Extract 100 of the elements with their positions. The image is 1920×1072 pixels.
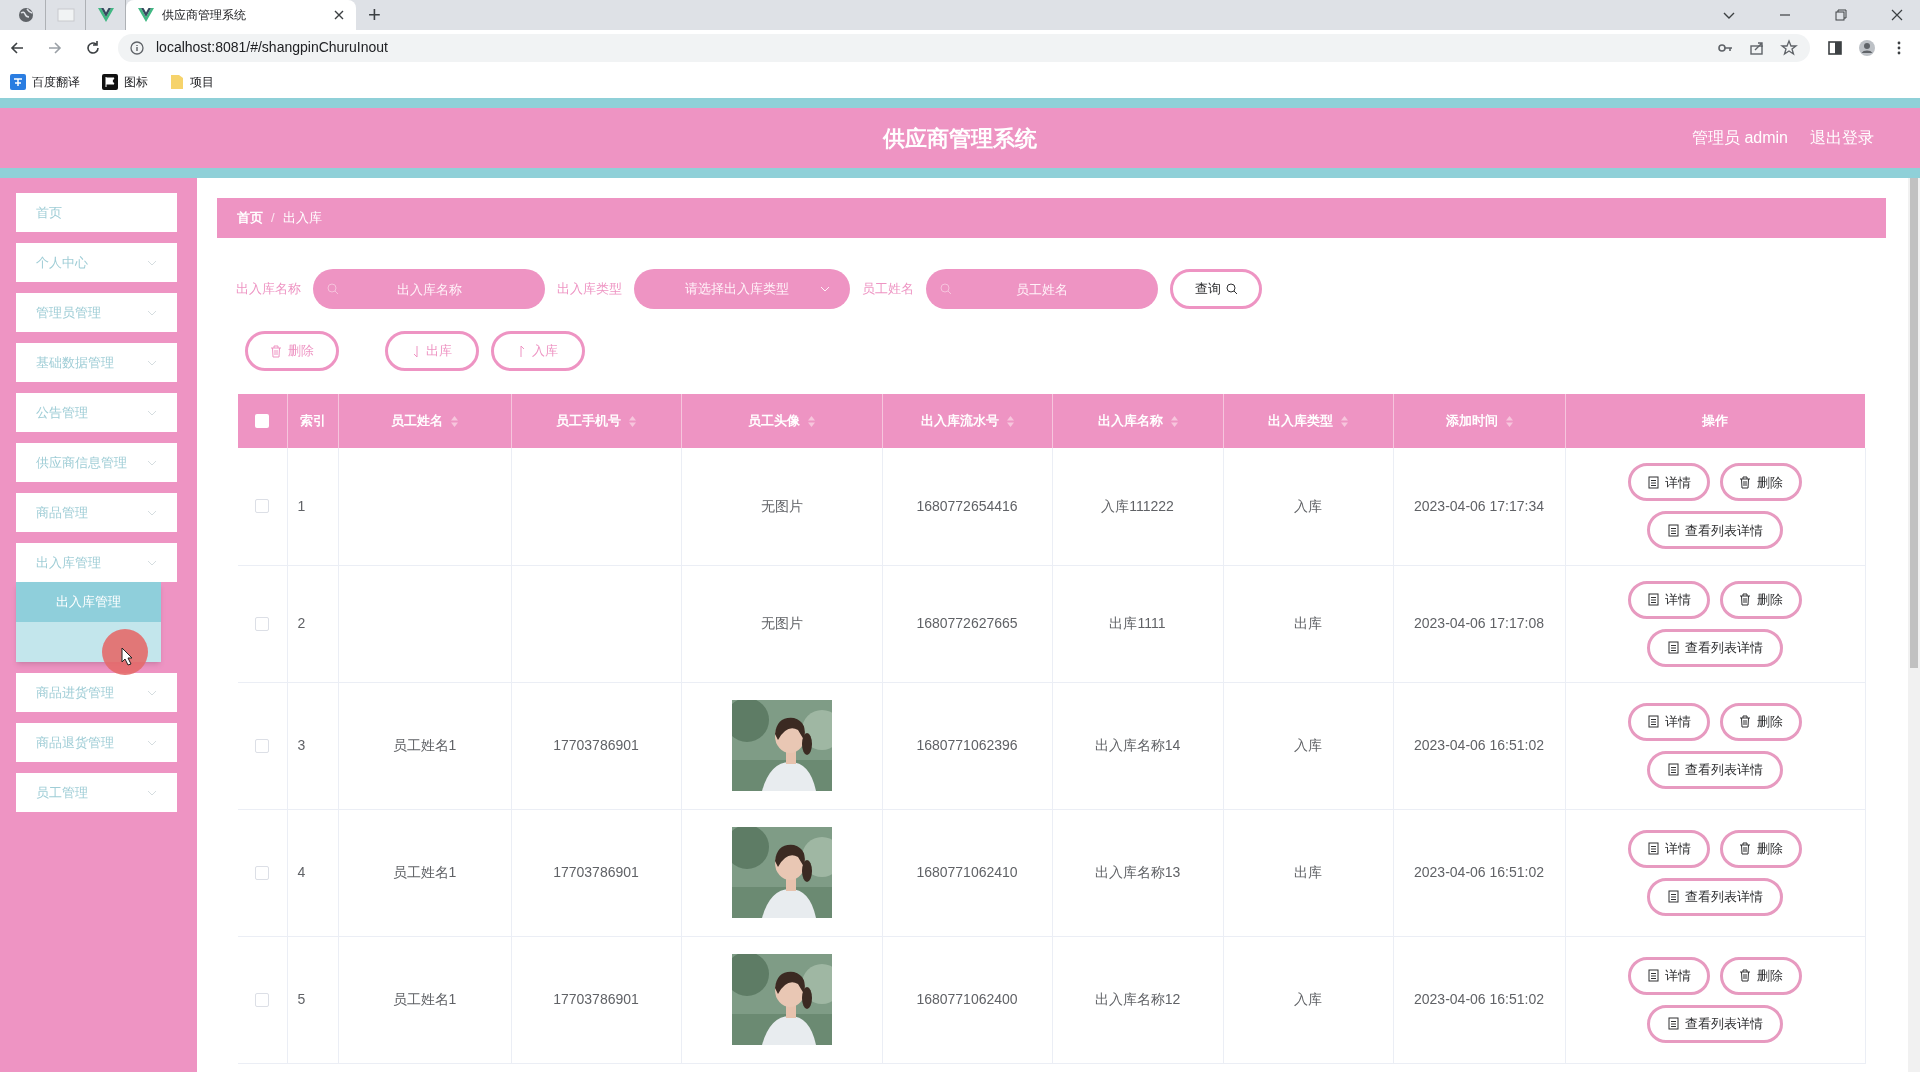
new-tab-button[interactable]: + bbox=[368, 4, 381, 26]
sidebar-menu-item[interactable]: 个人中心 bbox=[16, 243, 177, 282]
bookmark[interactable]: 图标 bbox=[102, 72, 148, 91]
trash-icon bbox=[1739, 475, 1751, 489]
search-field[interactable]: 员工姓名 bbox=[926, 269, 1158, 309]
sidebar-menu-item[interactable]: 管理员管理 bbox=[16, 293, 177, 332]
sort-icon[interactable] bbox=[451, 415, 458, 427]
table-cell-text: 1680771062400 bbox=[916, 990, 1018, 1009]
sort-icon[interactable] bbox=[1341, 415, 1348, 427]
sort-icon[interactable] bbox=[1505, 415, 1513, 427]
row-action-button[interactable]: 查看列表详情 bbox=[1647, 1004, 1783, 1043]
breadcrumb-link[interactable]: 出入库 bbox=[282, 208, 322, 228]
sidebar-icon[interactable] bbox=[1826, 38, 1844, 57]
sidebar-menu-item[interactable]: 商品进货管理 bbox=[16, 673, 177, 712]
type-select[interactable]: 请选择出入库类型 bbox=[634, 269, 850, 309]
column-header[interactable]: 员工头像 bbox=[748, 411, 800, 431]
trash-icon bbox=[1739, 593, 1751, 606]
row-action-button[interactable]: 删除 bbox=[1720, 956, 1802, 995]
close-icon[interactable] bbox=[334, 10, 344, 20]
scrollbar[interactable] bbox=[1908, 178, 1920, 1072]
row-checkbox[interactable] bbox=[255, 499, 270, 514]
row-action-button[interactable]: 查看列表详情 bbox=[1647, 511, 1783, 550]
sidebar-menu-item[interactable]: 商品退货管理 bbox=[16, 723, 177, 762]
bookmark[interactable]: 百度翻译 bbox=[10, 72, 80, 91]
row-action-button[interactable]: 删除 bbox=[1720, 702, 1802, 741]
row-action-button[interactable]: 详情 bbox=[1628, 829, 1710, 868]
table-cell-text: 员工姓名1 bbox=[392, 736, 457, 755]
filter-label: 员工姓名 bbox=[862, 280, 914, 299]
profile-icon[interactable] bbox=[1858, 38, 1876, 57]
breadcrumb-separator: / bbox=[271, 209, 275, 228]
table-cell-text: 1 bbox=[297, 496, 306, 516]
user-name: 管理员 admin bbox=[1691, 128, 1788, 148]
toolbar-button[interactable]: 入库 bbox=[491, 331, 585, 371]
logout-link[interactable]: 退出登录 bbox=[1810, 126, 1874, 150]
column-header[interactable]: 出入库类型 bbox=[1268, 411, 1333, 431]
search-button[interactable]: 查询 bbox=[1170, 269, 1262, 309]
select-all-checkbox[interactable] bbox=[255, 414, 270, 428]
column-header[interactable]: 出入库名称 bbox=[1097, 411, 1163, 431]
row-checkbox[interactable] bbox=[255, 992, 270, 1007]
row-checkbox[interactable] bbox=[255, 865, 270, 880]
submenu-item[interactable]: 出入库管理 bbox=[16, 582, 161, 622]
table-cell-text: 2023-04-06 16:51:02 bbox=[1414, 736, 1544, 755]
breadcrumb-link[interactable]: 首页 bbox=[237, 208, 263, 228]
search-icon bbox=[327, 283, 339, 295]
table-cell-text: 出入库名称14 bbox=[1094, 736, 1181, 755]
sidebar-menu-item[interactable]: 员工管理 bbox=[16, 773, 177, 812]
sidebar-menu-item[interactable]: 商品管理 bbox=[16, 493, 177, 532]
address-bar[interactable]: localhost:8081/#/shangpinChuruInout bbox=[118, 33, 1810, 62]
document-icon bbox=[1647, 593, 1659, 606]
document-icon bbox=[1647, 842, 1659, 855]
sort-icon[interactable] bbox=[1170, 415, 1178, 427]
vue-logo-icon bbox=[97, 8, 114, 22]
toolbar-button[interactable]: 出库 bbox=[385, 331, 479, 371]
browser-tab[interactable]: 供应商管理系统 bbox=[126, 0, 356, 30]
sort-icon[interactable] bbox=[808, 415, 815, 427]
column-header[interactable]: 员工手机号 bbox=[556, 411, 621, 431]
sidebar-menu-item[interactable]: 首页 bbox=[16, 193, 177, 232]
trash-icon bbox=[1739, 969, 1751, 982]
table-cell-text: 17703786901 bbox=[553, 736, 639, 755]
restore-icon[interactable] bbox=[1832, 6, 1850, 24]
row-action-button[interactable]: 查看列表详情 bbox=[1647, 877, 1783, 916]
sidebar-menu-item[interactable]: 供应商信息管理 bbox=[16, 443, 177, 482]
row-action-button[interactable]: 详情 bbox=[1628, 463, 1710, 502]
url-text: localhost:8081/#/shangpinChuruInout bbox=[156, 38, 388, 57]
column-header[interactable]: 添加时间 bbox=[1445, 411, 1498, 431]
sort-icon[interactable] bbox=[1006, 415, 1014, 427]
folder-icon bbox=[170, 73, 184, 90]
column-header: 操作 bbox=[1702, 412, 1729, 431]
table-cell-text: 入库 bbox=[1294, 496, 1322, 516]
table-cell-text: 2023-04-06 17:17:34 bbox=[1414, 496, 1544, 516]
sidebar-menu-item[interactable]: 出入库管理 bbox=[16, 543, 177, 582]
sort-icon[interactable] bbox=[629, 415, 636, 427]
row-action-button[interactable]: 详情 bbox=[1628, 702, 1710, 741]
page-icon bbox=[56, 8, 75, 22]
chevron-down-icon bbox=[820, 286, 830, 292]
row-action-button[interactable]: 删除 bbox=[1720, 829, 1802, 868]
sidebar-menu-item[interactable]: 公告管理 bbox=[16, 393, 177, 432]
search-field[interactable]: 出入库名称 bbox=[313, 269, 545, 309]
toolbar-button[interactable]: 删除 bbox=[245, 331, 339, 371]
row-checkbox[interactable] bbox=[255, 738, 270, 753]
search-icon bbox=[940, 283, 952, 295]
table-cell-text: 入库 bbox=[1294, 990, 1322, 1009]
column-header[interactable]: 出入库流水号 bbox=[920, 411, 999, 431]
document-icon bbox=[1667, 890, 1679, 903]
table-cell-text: 4 bbox=[297, 863, 306, 882]
row-action-button[interactable]: 详情 bbox=[1628, 580, 1710, 619]
table-cell-text: 入库111222 bbox=[1101, 496, 1174, 516]
column-header[interactable]: 员工姓名 bbox=[391, 411, 443, 431]
document-icon bbox=[1667, 523, 1679, 537]
row-action-button[interactable]: 删除 bbox=[1720, 463, 1802, 502]
bookmark[interactable]: 项目 bbox=[170, 72, 214, 91]
row-action-button[interactable]: 删除 bbox=[1720, 580, 1802, 619]
row-action-button[interactable]: 详情 bbox=[1628, 956, 1710, 995]
row-action-button[interactable]: 查看列表详情 bbox=[1647, 750, 1783, 789]
row-action-button[interactable]: 查看列表详情 bbox=[1647, 628, 1783, 667]
sidebar-menu-item[interactable]: 基础数据管理 bbox=[16, 343, 177, 382]
info-icon[interactable] bbox=[130, 40, 144, 55]
star-icon[interactable] bbox=[1780, 38, 1798, 57]
reload-icon[interactable] bbox=[84, 38, 102, 57]
row-checkbox[interactable] bbox=[255, 616, 270, 631]
